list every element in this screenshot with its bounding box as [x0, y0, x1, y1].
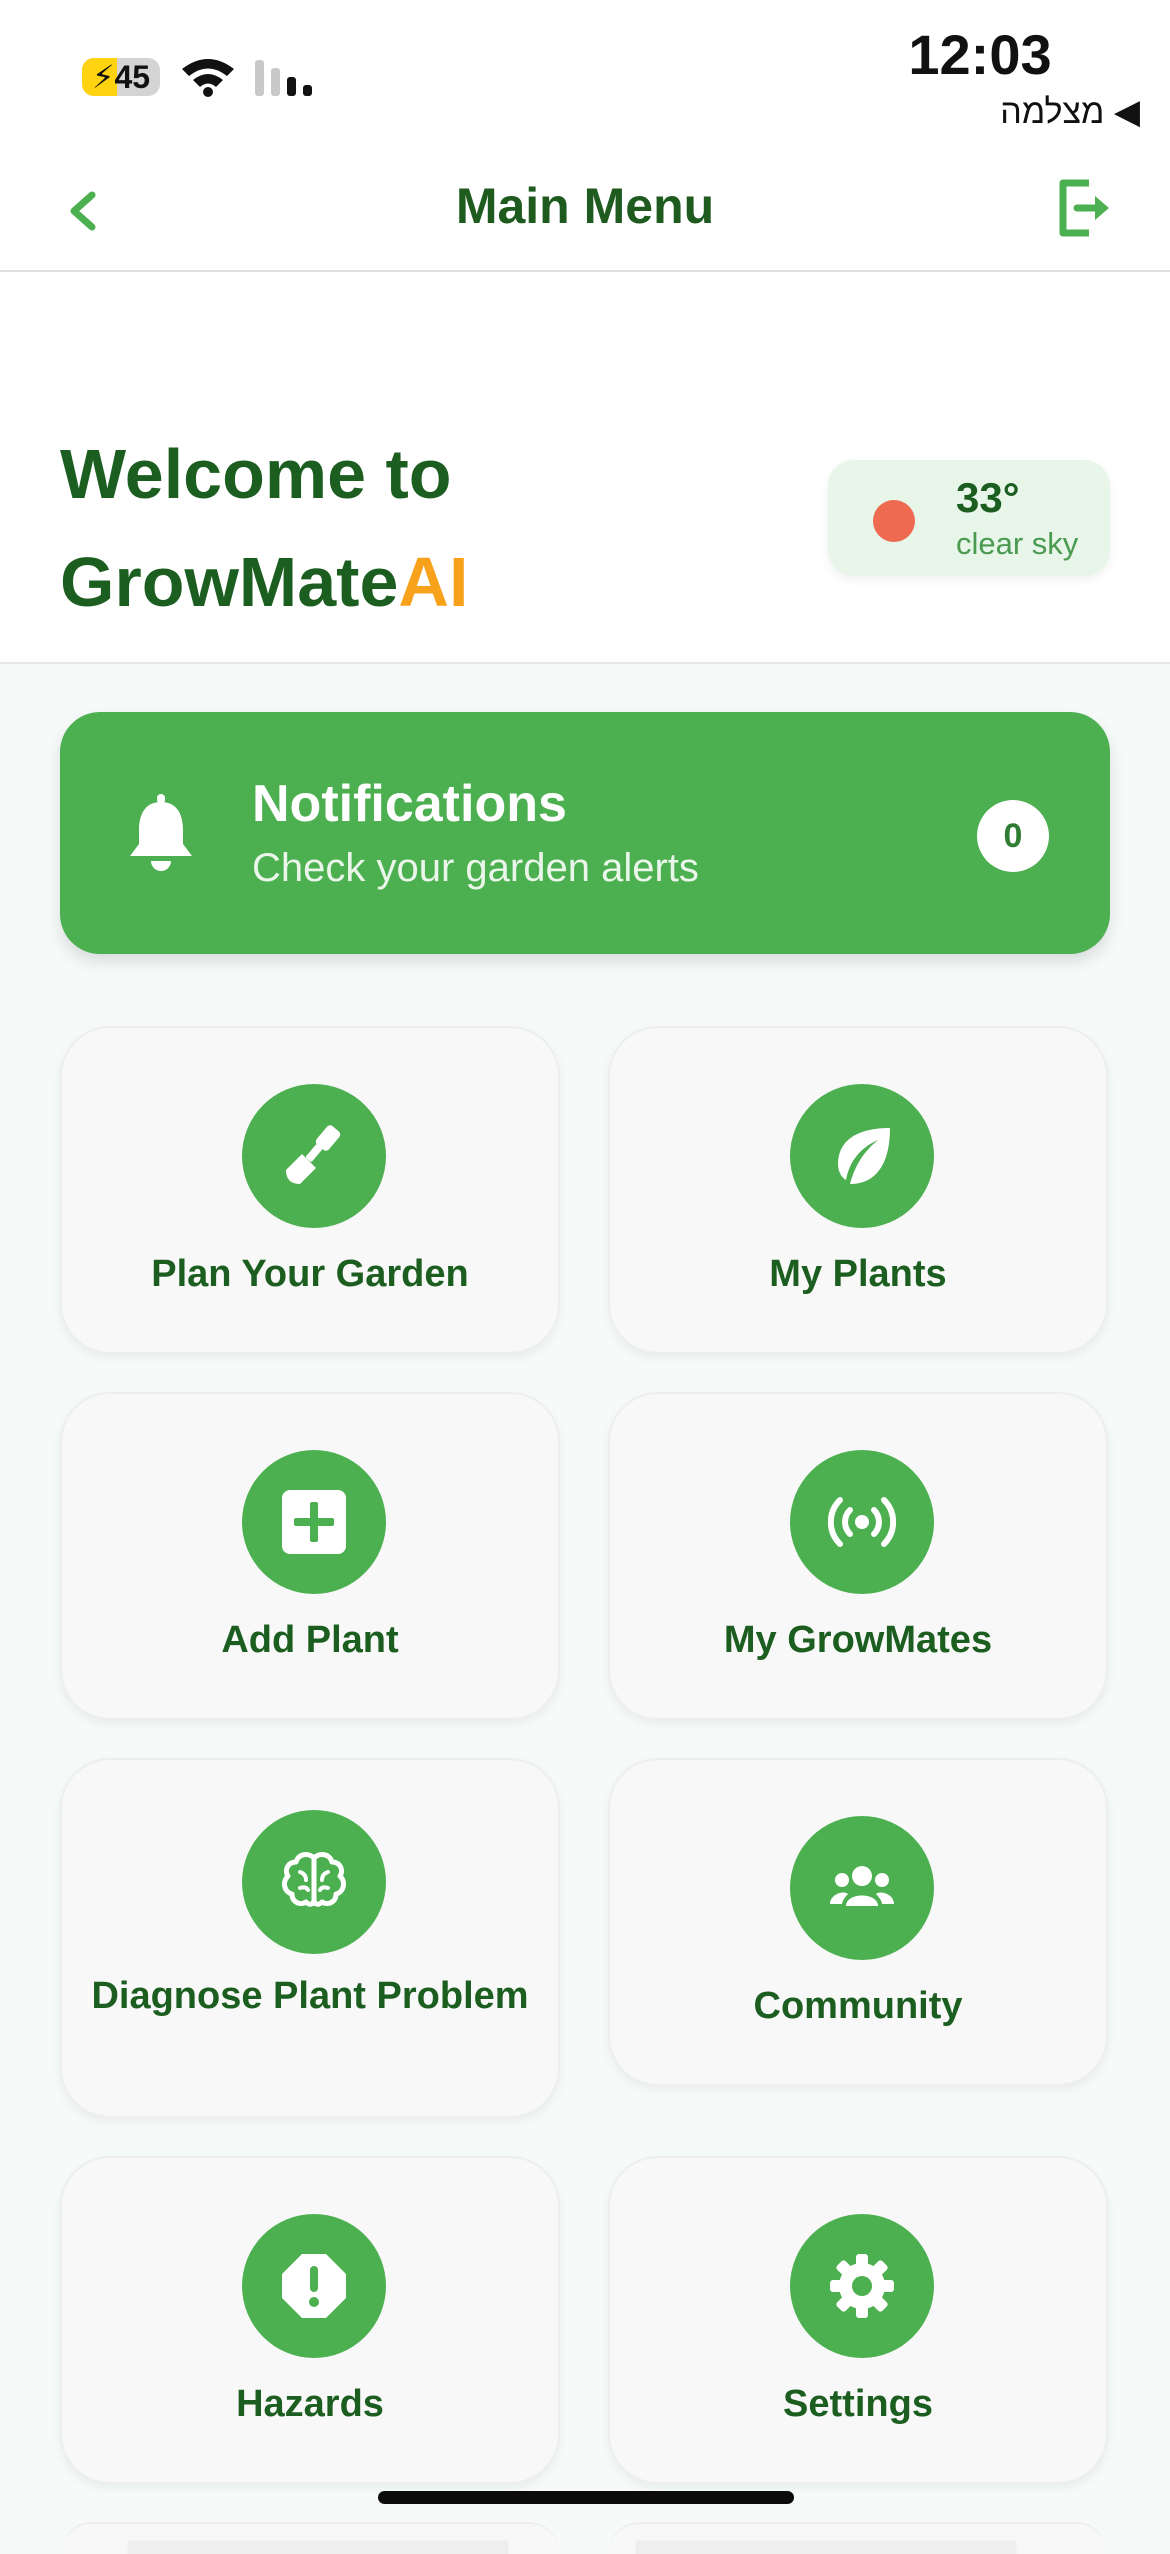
cellular-signal-icon: [255, 60, 312, 96]
menu-label-add-plant: Add Plant: [221, 1619, 399, 1661]
hazards-card[interactable]: Hazards: [60, 2156, 560, 2484]
community-card[interactable]: Community: [608, 1758, 1108, 2086]
home-indicator[interactable]: [378, 2491, 794, 2504]
brand-name: GrowMate: [60, 543, 399, 621]
menu-label-hazards: Hazards: [236, 2383, 384, 2425]
settings-card[interactable]: Settings: [608, 2156, 1108, 2484]
next-card-partial[interactable]: [608, 2522, 1108, 2554]
logout-icon[interactable]: [1055, 177, 1115, 239]
battery-indicator: ⚡45: [82, 58, 160, 96]
welcome-heading: Welcome to GrowMateAI: [60, 420, 468, 636]
battery-level: ⚡45: [91, 59, 151, 95]
welcome-section: Welcome to GrowMateAI 33° clear sky: [0, 272, 1170, 664]
menu-label-my-growmates: My GrowMates: [723, 1619, 993, 1661]
menu-label-community: Community: [753, 1985, 963, 2027]
plus-square-icon: [242, 1450, 386, 1594]
brand-accent: AI: [398, 543, 469, 621]
menu-label-diagnose-plant: Diagnose Plant Problem: [91, 1975, 529, 2017]
leaf-icon: [790, 1084, 934, 1228]
menu-label-my-plants: My Plants: [769, 1253, 947, 1295]
weather-temperature: 33°: [956, 474, 1020, 521]
plan-garden-card[interactable]: Plan Your Garden: [60, 1026, 560, 1354]
diagnose-plant-card[interactable]: Diagnose Plant Problem: [60, 1758, 560, 2118]
add-plant-card[interactable]: Add Plant: [60, 1392, 560, 1720]
notifications-title: Notifications: [252, 775, 567, 833]
trowel-icon: [242, 1084, 386, 1228]
users-icon: [790, 1816, 934, 1960]
bell-icon: [130, 794, 192, 871]
status-time: 12:03: [908, 23, 1052, 86]
charging-bolt-icon: ⚡: [91, 59, 115, 95]
menu-label-settings: Settings: [783, 2383, 933, 2425]
broadcast-icon: [790, 1450, 934, 1594]
next-card-partial[interactable]: [60, 2522, 560, 2554]
alert-octagon-icon: [242, 2214, 386, 2358]
wifi-icon: [182, 59, 234, 97]
page-title: Main Menu: [455, 178, 715, 234]
status-bar: ⚡45 12:03 ◀ מצלמה: [0, 0, 1170, 155]
brain-icon: [242, 1810, 386, 1954]
my-plants-card[interactable]: My Plants: [608, 1026, 1108, 1354]
weather-widget[interactable]: 33° clear sky: [828, 460, 1110, 576]
menu-label-plan-garden: Plan Your Garden: [151, 1253, 469, 1295]
gear-icon: [790, 2214, 934, 2358]
notifications-subtitle: Check your garden alerts: [252, 846, 699, 890]
notifications-card[interactable]: Notifications Check your garden alerts 0: [60, 712, 1110, 954]
weather-description: clear sky: [956, 526, 1079, 561]
notifications-count-badge: 0: [977, 800, 1049, 872]
my-growmates-card[interactable]: My GrowMates: [608, 1392, 1108, 1720]
nav-bar: Main Menu: [0, 155, 1170, 272]
weather-sun-icon: [873, 500, 915, 542]
welcome-line: Welcome to: [60, 435, 452, 513]
back-to-app-link[interactable]: ◀ מצלמה: [960, 92, 1140, 132]
